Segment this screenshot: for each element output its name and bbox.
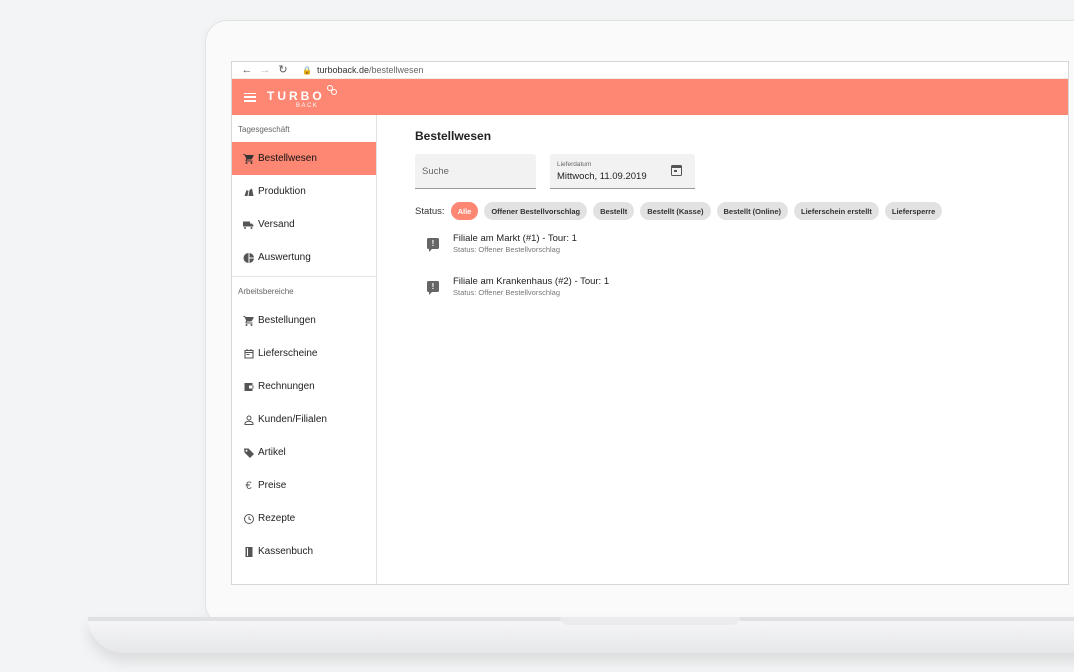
calendar-icon[interactable]	[671, 165, 682, 176]
status-chip-bestellt-online[interactable]: Bestellt (Online)	[716, 202, 789, 220]
sidebar-item-label: Bestellwesen	[258, 153, 317, 164]
status-chip-alle[interactable]: Alle	[450, 202, 479, 220]
order-title: Filiale am Markt (#1) - Tour: 1	[453, 233, 577, 244]
order-list: ! Filiale am Markt (#1) - Tour: 1 Status…	[415, 232, 1068, 318]
book-icon	[242, 545, 255, 558]
production-icon	[242, 185, 255, 198]
sidebar-item-bestellungen[interactable]: Bestellungen	[232, 304, 376, 337]
cart-icon	[242, 152, 255, 165]
sidebar-item-label: Kunden/Filialen	[258, 414, 327, 425]
logo-mark-icon	[327, 85, 338, 95]
reload-icon[interactable]: ↻	[274, 62, 292, 79]
delivery-date-value: Mittwoch, 11.09.2019	[557, 171, 647, 182]
address-bar[interactable]: turboback.de/bestellwesen	[317, 65, 424, 75]
order-status: Status: Offener Bestellvorschlag	[453, 245, 560, 254]
status-chip-lieferschein-erstellt[interactable]: Lieferschein erstellt	[794, 202, 879, 220]
sidebar-section-label: Arbeitsbereiche	[232, 276, 376, 304]
url-host: turboback.de	[316, 65, 370, 75]
filter-bar: Lieferdatum Mittwoch, 11.09.2019	[415, 154, 1068, 189]
sidebar-item-label: Preise	[258, 480, 287, 491]
app-header: TURBO BACK	[232, 79, 1068, 115]
truck-icon	[242, 218, 255, 231]
sidebar-section-label: Tagesgeschäft	[238, 125, 290, 134]
arrow-right-icon[interactable]: →	[256, 62, 274, 79]
sidebar-item-lieferscheine[interactable]: Lieferscheine	[232, 337, 376, 370]
sidebar-item-rezepte[interactable]: Rezepte	[232, 502, 376, 535]
lock-icon: 🔒	[302, 65, 312, 75]
feedback-alert-icon: !	[427, 281, 439, 295]
sidebar-item-label: Rezepte	[258, 513, 296, 524]
url-path: /bestellwesen	[369, 65, 424, 75]
tag-icon	[242, 446, 255, 459]
sidebar-item-label: Rechnungen	[258, 381, 315, 392]
clock-icon	[242, 512, 255, 525]
list-item[interactable]: ! Filiale am Markt (#1) - Tour: 1 Status…	[415, 232, 1068, 275]
main-content: Bestellwesen Lieferdatum Mittwoch, 11.09…	[377, 115, 1068, 584]
delivery-date-label: Lieferdatum	[557, 161, 592, 168]
sidebar-item-label: Kassenbuch	[258, 546, 314, 557]
logo-subtext: BACK	[296, 103, 319, 109]
sidebar-item-rechnungen[interactable]: Rechnungen	[232, 370, 376, 403]
order-status: Status: Offener Bestellvorschlag	[453, 288, 560, 297]
cart-icon	[242, 314, 255, 327]
sidebar-item-label: Versand	[258, 219, 295, 230]
order-title: Filiale am Krankenhaus (#2) - Tour: 1	[453, 276, 610, 287]
laptop-notch	[560, 617, 740, 625]
status-chip-liefersperre[interactable]: Liefersperre	[884, 202, 943, 220]
page-title: Bestellwesen	[415, 129, 492, 143]
sidebar-item-label: Auswertung	[258, 252, 311, 263]
sidebar-item-auswertung[interactable]: Auswertung	[232, 241, 376, 274]
list-item[interactable]: ! Filiale am Krankenhaus (#2) - Tour: 1 …	[415, 275, 1068, 318]
pie-chart-icon	[242, 251, 255, 264]
status-chip-bestellt-kasse[interactable]: Bestellt (Kasse)	[640, 202, 711, 220]
menu-icon[interactable]	[244, 92, 256, 102]
sidebar-item-bestellwesen[interactable]: Bestellwesen	[232, 142, 376, 175]
turboback-logo[interactable]: TURBO BACK	[267, 82, 337, 112]
euro-icon: €	[245, 479, 252, 492]
feedback-alert-icon: !	[427, 238, 439, 252]
sidebar-item-label: Lieferscheine	[258, 348, 318, 359]
status-chip-bestellt[interactable]: Bestellt	[593, 202, 635, 220]
person-icon	[242, 413, 255, 426]
browser-toolbar: ← → ↻ 🔒 turboback.de/bestellwesen	[232, 62, 1068, 79]
arrow-left-icon[interactable]: ←	[238, 62, 256, 79]
sidebar-item-kassenbuch[interactable]: Kassenbuch	[232, 535, 376, 568]
search-field[interactable]	[415, 154, 536, 189]
sidebar: Tagesgeschäft Bestellwesen Produktion Ve…	[232, 115, 377, 584]
search-input[interactable]	[415, 154, 536, 188]
calendar-icon	[242, 347, 255, 360]
status-chip-offener-bestellvorschlag[interactable]: Offener Bestellvorschlag	[484, 202, 588, 220]
sidebar-item-versand[interactable]: Versand	[232, 208, 376, 241]
sidebar-item-preise[interactable]: € Preise	[232, 469, 376, 502]
sidebar-item-artikel[interactable]: Artikel	[232, 436, 376, 469]
status-label: Status:	[415, 205, 445, 217]
sidebar-item-kunden-filialen[interactable]: Kunden/Filialen	[232, 403, 376, 436]
sidebar-item-produktion[interactable]: Produktion	[232, 175, 376, 208]
sidebar-item-label: Artikel	[258, 447, 286, 458]
sidebar-item-label: Produktion	[258, 186, 306, 197]
sidebar-item-label: Bestellungen	[258, 315, 316, 326]
wallet-icon	[242, 380, 255, 393]
delivery-date-field[interactable]: Lieferdatum Mittwoch, 11.09.2019	[550, 154, 695, 189]
browser-window: ← → ↻ 🔒 turboback.de/bestellwesen TURBO …	[231, 61, 1069, 585]
logo-text: TURBO	[267, 89, 325, 103]
status-filter: Status: Alle Offener Bestellvorschlag Be…	[415, 202, 1068, 220]
